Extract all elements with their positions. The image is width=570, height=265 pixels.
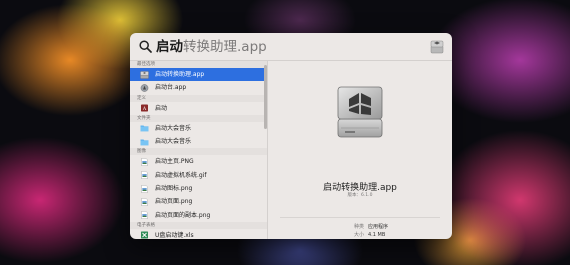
image-file-icon [141, 184, 148, 193]
bootcamp-app-icon [430, 40, 444, 54]
search-bar[interactable]: 启动转换助理.app [130, 33, 452, 61]
result-item-label: 启动 [155, 104, 168, 112]
result-item-label: 启动页面的副本.png [155, 211, 211, 219]
spotlight-window: 启动转换助理.app 最佳选项 启动转换助理.app 启动台.app 定义 A 启动 文件夹… [130, 33, 452, 239]
image-file-icon [141, 171, 148, 180]
bootcamp-preview-icon [337, 86, 383, 138]
result-item[interactable]: 启动页面.png [130, 195, 267, 208]
search-autocomplete-text: 转换助理.app [183, 39, 267, 55]
search-typed-text: 启动 [156, 39, 183, 55]
search-icon [139, 40, 152, 53]
folder-icon [140, 125, 149, 132]
preview-info-list: 种类应用程序大小4.1 MB创建时间2018/8/18修改时间2019/5/31… [268, 223, 452, 239]
result-item-label: 启动页面.png [155, 198, 193, 206]
results-list[interactable]: 最佳选项启动转换助理.app 启动台.app 定义 A 启动文件夹启动大会音乐 启动大会音… [130, 61, 268, 239]
section-header: 文件夹 [130, 114, 267, 122]
result-item[interactable]: 启动图标.png [130, 182, 267, 195]
info-label: 种类 [353, 224, 364, 230]
section-header: 图像 [130, 148, 267, 156]
preview-divider [280, 217, 440, 218]
result-item-label: 启动转换助理.app [155, 71, 205, 78]
spreadsheet-icon [141, 231, 148, 239]
preview-pane: 启动转换助理.app 版本：6.1.0 种类应用程序大小4.1 MB创建时间20… [268, 61, 452, 239]
result-item[interactable]: 启动主页.PNG [130, 155, 267, 168]
info-value: 应用程序 [368, 224, 389, 230]
result-item[interactable]: A 启动 [130, 102, 267, 115]
image-file-icon [141, 158, 148, 166]
info-row: 种类 应用程序 [268, 223, 452, 231]
result-item[interactable]: 启动虚拟机系统.gif [130, 169, 267, 182]
info-row: 大小 4.1 MB [268, 231, 452, 239]
result-item[interactable]: 启动页面的副本.png [130, 209, 267, 222]
result-item-label: 启动大会音乐 [155, 124, 192, 132]
result-item-label: 启动台.app [155, 84, 187, 92]
bootcamp-app-icon [140, 70, 149, 79]
result-item-label: U盘启动键.xls [155, 231, 194, 239]
dictionary-icon: A [141, 104, 148, 112]
result-item[interactable]: 启动台.app [130, 81, 267, 94]
preview-version: 版本：6.1.0 [347, 193, 373, 198]
result-item-label: 启动大会音乐 [155, 138, 192, 146]
result-item-label: 启动虚拟机系统.gif [155, 171, 207, 179]
section-header: 电子表格 [130, 221, 267, 229]
image-file-icon [141, 197, 148, 206]
section-header: 最佳选项 [130, 61, 267, 68]
result-item[interactable]: U盘启动键.xls [130, 229, 267, 239]
info-label: 大小 [353, 232, 364, 238]
search-input[interactable]: 启动转换助理.app [156, 38, 267, 56]
section-header: 定义 [130, 94, 267, 102]
result-item-label: 启动图标.png [155, 185, 193, 193]
result-item[interactable]: 启动大会音乐 [130, 135, 267, 148]
results-scrollbar[interactable] [264, 65, 267, 129]
result-item-label: 启动主页.PNG [155, 158, 194, 166]
image-file-icon [141, 211, 148, 220]
result-item[interactable]: 启动大会音乐 [130, 122, 267, 135]
launchpad-app-icon [140, 83, 149, 92]
info-value: 4.1 MB [368, 232, 386, 238]
folder-icon [140, 139, 149, 145]
result-item[interactable]: 启动转换助理.app [130, 68, 267, 82]
